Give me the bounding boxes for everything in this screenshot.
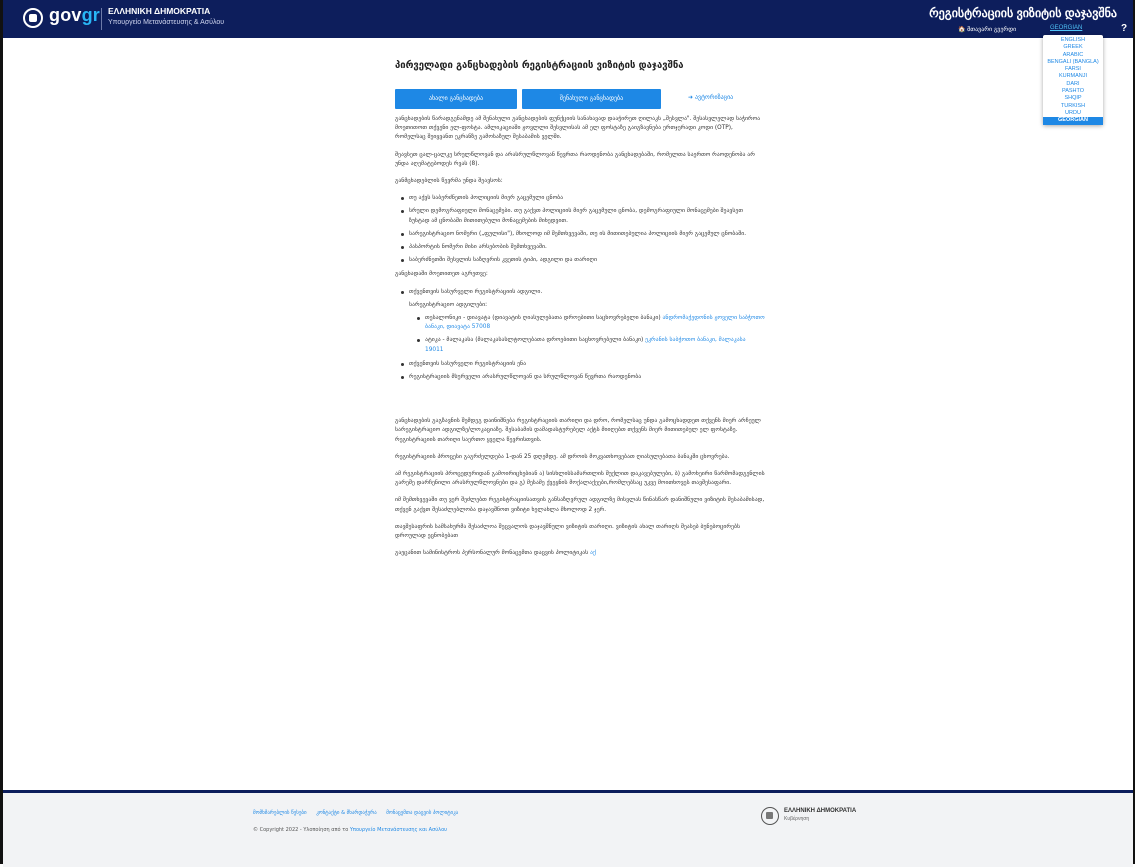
- duration-paragraph: რეგისტრაციის პროცესი გაგრძელდება 1-დან 2…: [395, 453, 730, 460]
- copyright-text: © Copyright 2022 - Υλοποίηση από το: [253, 827, 349, 833]
- privacy-text: გაეცანით სამინისტროს პერსონალურ მონაცემთ…: [395, 550, 589, 557]
- home-icon: 🏠: [958, 27, 966, 33]
- list-item: თესალონიკი - დიავატა (დიავატის ღიასულება…: [417, 314, 765, 332]
- app-title: რეგისტრაციის ვიზიტის დაჯავშნა: [929, 6, 1117, 20]
- rebooking-paragraph: იმ შემთხვევაში თუ ვერ შეძლებთ რეგისტრაცი…: [395, 497, 765, 513]
- privacy-paragraph: გაეცანით სამინისტროს პერსონალურ მონაცემთ…: [395, 549, 765, 558]
- language-dropdown: ENGLISH GREEK ARABIC BENGALI (BANGLA) FARSI K…: [1043, 35, 1103, 125]
- language-option[interactable]: GEORGIAN: [1043, 117, 1103, 125]
- place-diavata-text: თესალონიკი - დიავატა (დიავატის ღიასულება…: [425, 315, 661, 322]
- also-list: თქვენთვის სასურველი რეგისტრაციის ადგილი.…: [395, 288, 765, 383]
- intro-paragraph: განცხადების წარადგენამდე ამ შენახული გან…: [395, 116, 761, 141]
- also-heading: განცხადაში მოეთითეთ აგრეთვე:: [395, 271, 488, 278]
- language-option[interactable]: DARI: [1043, 81, 1103, 88]
- footer-branding: ΕΛΛΗΝΙΚΗ ΔΗΜΟΚΡΑΤΙΑ Κυβέρνηση: [784, 807, 856, 823]
- required-fields-list: თუ აქვს საბერძნეთის პოლიციის მიერ გაცემუ…: [395, 194, 765, 265]
- language-selector[interactable]: GEORGIAN: [1050, 25, 1082, 31]
- registration-places-list: თესალონიკი - დიავატა (დიავატის ღიასულება…: [409, 314, 765, 355]
- language-option[interactable]: PASHTO: [1043, 88, 1103, 95]
- members-paragraph: შეავსეთ ცალ-ცალკე სრულწლოვან და არასრულწ…: [395, 151, 755, 167]
- language-option[interactable]: URDU: [1043, 110, 1103, 117]
- home-link[interactable]: 🏠 მთავარი გვერდი: [958, 26, 1016, 33]
- login-icon: ➜: [688, 94, 694, 101]
- ministry-link[interactable]: Υπουργείο Μετανάστευσης και Ασύλου: [350, 827, 447, 833]
- language-option[interactable]: TURKISH: [1043, 103, 1103, 110]
- list-item: თქვენთვის სასურველი რეგისტრაციის ენა: [401, 360, 765, 369]
- after-submit-paragraph: განცხადების გაგზავნის შემდეგ დაინიშნება …: [395, 418, 761, 443]
- republic-name: ΕΛΛΗΝΙΚΗ ΔΗΜΟΚΡΑΤΙΑ: [108, 6, 211, 16]
- date-change-paragraph: თავშესაფრის სამსახურმა შესაძლოა შეცვალოს…: [395, 523, 740, 540]
- footer-links: მომხმარებლის წესები კონტაქტი & მხარდაჭერ…: [253, 810, 466, 816]
- login-link[interactable]: ➜ ავტორიზაცია: [688, 93, 733, 102]
- login-label: ავტორიზაცია: [694, 94, 734, 101]
- top-header: govgr ΕΛΛΗΝΙΚΗ ΔΗΜΟΚΡΑΤΙΑ Υπουργείο Μετα…: [3, 0, 1133, 38]
- help-button[interactable]: ?: [1121, 23, 1127, 34]
- ministry-branding: ΕΛΛΗΝΙΚΗ ΔΗΜΟΚΡΑΤΙΑ Υπουργείο Μετανάστευ…: [108, 6, 224, 28]
- logo-suffix: gr: [81, 5, 101, 25]
- govgr-logo[interactable]: govgr: [49, 5, 100, 26]
- logo-prefix: gov: [49, 5, 82, 25]
- language-option[interactable]: GREEK: [1043, 44, 1103, 51]
- list-item: საბერძნეთში შესვლის საზღვრის კვეთის ტიპი…: [401, 256, 765, 265]
- terms-link[interactable]: მომხმარებლის წესები: [253, 810, 307, 816]
- registration-places-label: სარეგისტრაციო ადგილები:: [409, 301, 488, 308]
- copyright: © Copyright 2022 - Υλοποίηση από το Υπου…: [253, 827, 447, 833]
- language-option[interactable]: ARABIC: [1043, 52, 1103, 59]
- exclusions-paragraph: ამ რეგისტრაციის პროცედურიდან გამოირიცხებ…: [395, 471, 765, 487]
- ministry-name: Υπουργείο Μετανάστευσης & Ασύλου: [108, 19, 225, 26]
- home-label: მთავარი გვერდი: [967, 27, 1017, 33]
- privacy-link[interactable]: აქ: [590, 550, 596, 556]
- submitted-application-button[interactable]: შენახული განცხადება: [522, 89, 661, 109]
- language-option[interactable]: BENGALI (BANGLA): [1043, 59, 1103, 66]
- greek-emblem-icon: [761, 807, 779, 825]
- list-item: თქვენთვის სასურველი რეგისტრაციის ადგილი.…: [401, 288, 765, 355]
- footer-government: Κυβέρνηση: [784, 816, 810, 822]
- window-frame-left: [0, 0, 3, 864]
- language-option[interactable]: FARSI: [1043, 66, 1103, 73]
- list-item: თუ აქვს საბერძნეთის პოლიციის მიერ გაცემუ…: [401, 194, 765, 203]
- footer-republic: ΕΛΛΗΝΙΚΗ ΔΗΜΟΚΡΑΤΙΑ: [784, 808, 857, 814]
- contact-link[interactable]: კონტაქტი & მხარდაჭერა: [316, 810, 376, 816]
- language-option[interactable]: ENGLISH: [1043, 37, 1103, 44]
- language-option[interactable]: KURMANJI: [1043, 73, 1103, 80]
- list-item: რეგისტრაციის მსურველი არასრულწლოვან და ს…: [401, 373, 765, 382]
- header-divider: [101, 8, 102, 30]
- list-item: სრული დემოგრაფიული მონაცემები. თუ გაქვთ …: [401, 207, 765, 225]
- place-malakasa-text: ატიკა - მალაკასა (მალაკასასლტოლებათა დრო…: [425, 337, 644, 344]
- footer: მომხმარებლის წესები კონტაქტი & მხარდაჭერ…: [3, 790, 1133, 867]
- privacy-policy-link[interactable]: მონაცემთა დაცვის პოლიტიკა: [386, 810, 458, 816]
- fill-heading: განმცხადებლის წევრმა უნდა შეავსოს:: [395, 178, 503, 185]
- new-application-button[interactable]: ახალი განცხადება: [395, 89, 517, 109]
- registration-place-text: თქვენთვის სასურველი რეგისტრაციის ადგილი.: [409, 288, 543, 295]
- language-option[interactable]: SHQIP: [1043, 95, 1103, 102]
- list-item: ატიკა - მალაკასა (მალაკასასლტოლებათა დრო…: [417, 336, 765, 354]
- list-item: პასპორტის ნომერი მისი არსებობის შემთხვევ…: [401, 243, 765, 252]
- main-content: პირველადი განცხადების რეგისტრაციის ვიზიტ…: [395, 60, 765, 567]
- action-buttons: ახალი განცხადება შენახული განცხადება ➜ ა…: [395, 89, 765, 109]
- greek-emblem-icon[interactable]: [23, 8, 43, 28]
- page-title: პირველადი განცხადების რეგისტრაციის ვიზიტ…: [395, 60, 684, 71]
- list-item: სარეგისტრაციო ნომერი („ფულისი"), მხოლოდ …: [401, 230, 765, 239]
